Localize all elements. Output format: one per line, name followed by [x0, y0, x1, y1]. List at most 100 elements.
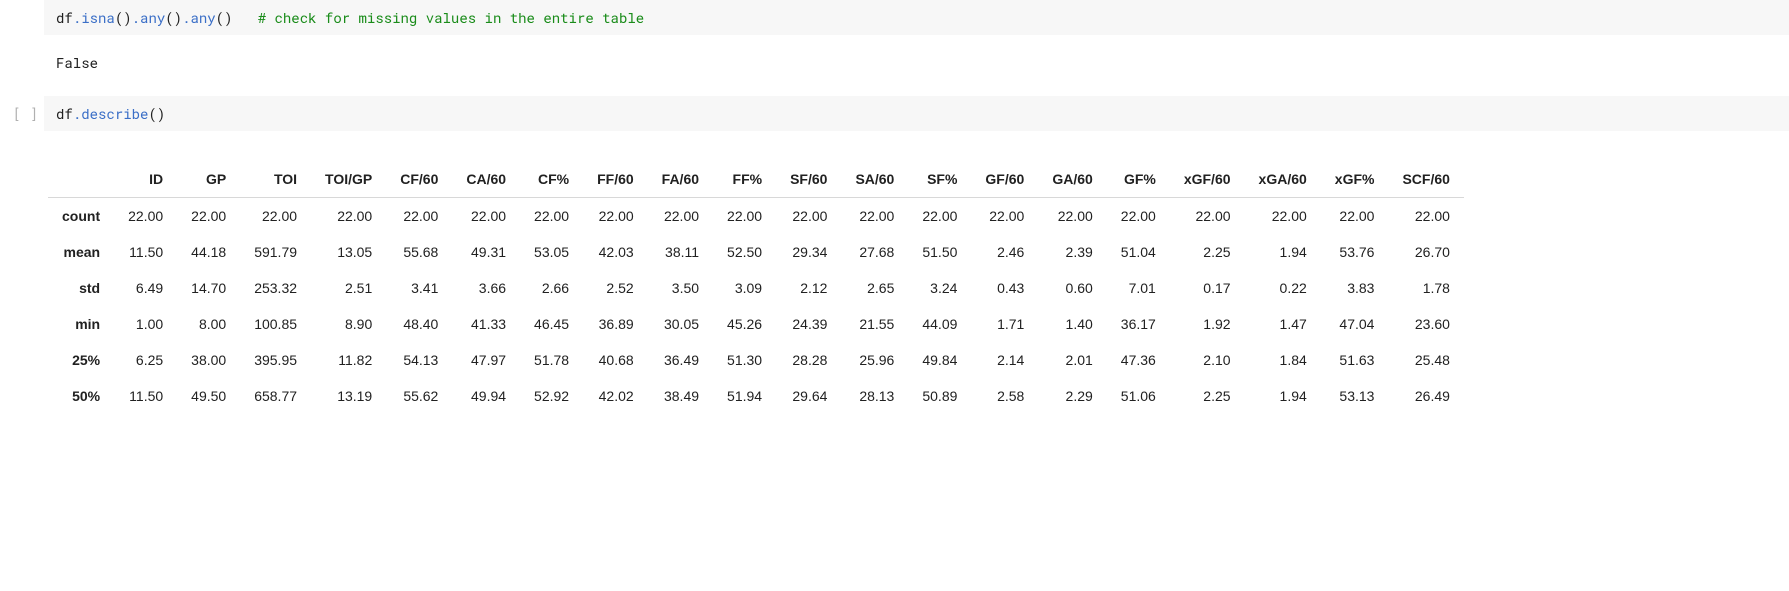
- table-cell: 2.58: [971, 378, 1038, 414]
- table-cell: 1.94: [1245, 234, 1321, 270]
- column-header: xGF/60: [1170, 161, 1245, 198]
- table-cell: 253.32: [240, 270, 311, 306]
- code-token: .any: [182, 8, 216, 27]
- code-comment: # check for missing values in the entire…: [258, 8, 644, 27]
- table-cell: 44.09: [908, 306, 971, 342]
- table-cell: 23.60: [1388, 306, 1463, 342]
- table-cell: 53.05: [520, 234, 583, 270]
- table-cell: 0.22: [1245, 270, 1321, 306]
- table-cell: 22.00: [971, 198, 1038, 235]
- table-corner: [48, 161, 114, 198]
- table-cell: 2.46: [971, 234, 1038, 270]
- table-cell: 3.83: [1321, 270, 1389, 306]
- table-cell: 1.71: [971, 306, 1038, 342]
- table-cell: 30.05: [648, 306, 713, 342]
- table-cell: 46.45: [520, 306, 583, 342]
- table-cell: 41.33: [452, 306, 520, 342]
- table-cell: 1.40: [1038, 306, 1106, 342]
- table-cell: 22.00: [713, 198, 776, 235]
- column-header: GF%: [1107, 161, 1170, 198]
- table-cell: 22.00: [386, 198, 452, 235]
- table-cell: 25.48: [1388, 342, 1463, 378]
- table-cell: 7.01: [1107, 270, 1170, 306]
- output-cell-2: IDGPTOITOI/GPCF/60CA/60CF%FF/60FA/60FF%S…: [0, 131, 1789, 432]
- table-cell: 22.00: [648, 198, 713, 235]
- text-output: False: [44, 35, 1789, 96]
- column-header: GA/60: [1038, 161, 1106, 198]
- table-cell: 2.14: [971, 342, 1038, 378]
- table-row: min1.008.00100.858.9048.4041.3346.4536.8…: [48, 306, 1464, 342]
- table-cell: 22.00: [177, 198, 240, 235]
- table-cell: 2.25: [1170, 378, 1245, 414]
- row-index: 25%: [48, 342, 114, 378]
- table-cell: 591.79: [240, 234, 311, 270]
- table-cell: 3.50: [648, 270, 713, 306]
- table-cell: 658.77: [240, 378, 311, 414]
- table-cell: 26.70: [1388, 234, 1463, 270]
- table-cell: 22.00: [841, 198, 908, 235]
- table-cell: 22.00: [240, 198, 311, 235]
- table-cell: 14.70: [177, 270, 240, 306]
- table-cell: 44.18: [177, 234, 240, 270]
- table-cell: 42.03: [583, 234, 648, 270]
- table-row: 25%6.2538.00395.9511.8254.1347.9751.7840…: [48, 342, 1464, 378]
- column-header: SF%: [908, 161, 971, 198]
- table-cell: 1.92: [1170, 306, 1245, 342]
- table-cell: 28.13: [841, 378, 908, 414]
- table-cell: 51.30: [713, 342, 776, 378]
- table-cell: 1.94: [1245, 378, 1321, 414]
- table-cell: 22.00: [1321, 198, 1389, 235]
- table-cell: 42.02: [583, 378, 648, 414]
- table-cell: 22.00: [1388, 198, 1463, 235]
- table-cell: 38.00: [177, 342, 240, 378]
- table-cell: 2.39: [1038, 234, 1106, 270]
- column-header: GP: [177, 161, 240, 198]
- table-cell: 0.43: [971, 270, 1038, 306]
- table-cell: 3.24: [908, 270, 971, 306]
- table-cell: 13.05: [311, 234, 386, 270]
- table-cell: 1.00: [114, 306, 177, 342]
- table-cell: 51.94: [713, 378, 776, 414]
- output-cell-1: False: [0, 35, 1789, 96]
- table-row: mean11.5044.18591.7913.0555.6849.3153.05…: [48, 234, 1464, 270]
- table-cell: 22.00: [1107, 198, 1170, 235]
- code-token: [232, 8, 257, 27]
- table-cell: 2.65: [841, 270, 908, 306]
- table-cell: 55.68: [386, 234, 452, 270]
- table-cell: 3.66: [452, 270, 520, 306]
- column-header: CF%: [520, 161, 583, 198]
- code-input[interactable]: df.describe(): [44, 96, 1789, 131]
- table-cell: 11.50: [114, 378, 177, 414]
- table-cell: 22.00: [776, 198, 841, 235]
- code-input[interactable]: df.isna().any().any() # check for missin…: [44, 0, 1789, 35]
- table-cell: 52.50: [713, 234, 776, 270]
- table-cell: 24.39: [776, 306, 841, 342]
- table-cell: 47.04: [1321, 306, 1389, 342]
- table-cell: 395.95: [240, 342, 311, 378]
- code-token: (): [165, 8, 182, 27]
- table-cell: 2.51: [311, 270, 386, 306]
- table-cell: 0.17: [1170, 270, 1245, 306]
- table-cell: 21.55: [841, 306, 908, 342]
- table-cell: 22.00: [1170, 198, 1245, 235]
- table-cell: 8.90: [311, 306, 386, 342]
- cell-gutter: [0, 0, 44, 8]
- table-cell: 22.00: [114, 198, 177, 235]
- table-cell: 27.68: [841, 234, 908, 270]
- table-cell: 49.50: [177, 378, 240, 414]
- column-header: GF/60: [971, 161, 1038, 198]
- table-cell: 22.00: [1038, 198, 1106, 235]
- code-token: .isna: [73, 8, 115, 27]
- table-row: 50%11.5049.50658.7713.1955.6249.9452.924…: [48, 378, 1464, 414]
- table-cell: 1.47: [1245, 306, 1321, 342]
- table-cell: 22.00: [1245, 198, 1321, 235]
- table-cell: 22.00: [908, 198, 971, 235]
- column-header: FF/60: [583, 161, 648, 198]
- table-cell: 29.64: [776, 378, 841, 414]
- dataframe-table: IDGPTOITOI/GPCF/60CA/60CF%FF/60FA/60FF%S…: [48, 161, 1464, 414]
- column-header: TOI: [240, 161, 311, 198]
- table-cell: 1.78: [1388, 270, 1463, 306]
- table-cell: 6.25: [114, 342, 177, 378]
- table-cell: 36.89: [583, 306, 648, 342]
- table-cell: 13.19: [311, 378, 386, 414]
